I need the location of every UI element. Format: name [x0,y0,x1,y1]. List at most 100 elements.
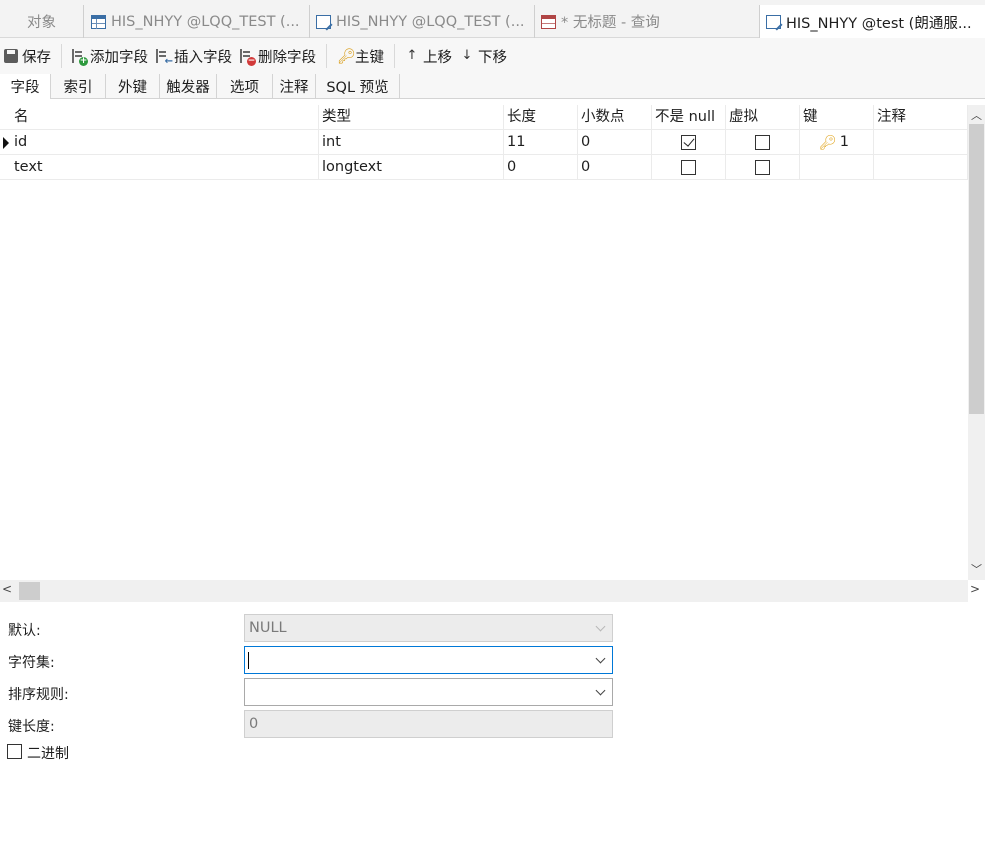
insert-field-button[interactable]: 插入字段 [152,42,236,70]
save-icon [4,49,18,63]
table-row[interactable]: text longtext 0 0 [0,155,968,180]
key-cell[interactable]: 🔑︎ 1 [800,130,874,155]
tab-triggers[interactable]: 触发器 [160,74,217,98]
tab-indexes[interactable]: 索引 [51,74,106,98]
tab-label: HIS_NHYY @test (朗通服... [786,15,972,32]
table-row[interactable]: id int 11 0 🔑︎ 1 [0,130,968,155]
field-decimals-cell[interactable]: 0 [578,130,652,155]
key-length-field[interactable]: 0 [244,710,613,738]
move-down-button[interactable]: ↓ 下移 [456,42,511,70]
scroll-down-icon[interactable]: ﹀ [968,561,985,578]
toolbar-divider [61,44,62,68]
column-header-not-null[interactable]: 不是 null [652,105,726,130]
field-name-cell[interactable]: id [11,130,319,155]
field-comment-cell[interactable] [874,155,968,180]
key-order: 1 [839,134,850,150]
scroll-right-icon[interactable]: > [970,582,980,596]
key-cell[interactable] [800,155,874,180]
vertical-scroll-thumb[interactable] [969,124,984,414]
field-length-cell[interactable]: 11 [504,130,578,155]
tab-label: * 无标题 - 查询 [561,15,660,31]
chevron-down-icon [596,647,606,673]
primary-key-icon: 🔑︎ [819,135,837,151]
tab-objects[interactable]: 对象 [0,5,84,38]
column-header-type[interactable]: 类型 [319,105,504,130]
default-value-text: NULL [249,620,287,636]
column-header-length[interactable]: 长度 [504,105,578,130]
default-label: 默认: [8,623,41,639]
virtual-checkbox[interactable] [755,160,770,175]
charset-label: 字符集: [8,655,55,671]
horizontal-scrollbar[interactable]: < > [0,580,980,602]
tab-indexes-label: 索引 [63,79,93,96]
default-value-select[interactable]: NULL [244,614,613,642]
field-name-cell[interactable]: text [11,155,319,180]
charset-select[interactable] [244,646,613,674]
fields-grid: 名 类型 长度 小数点 不是 null 虚拟 键 注释 id int 11 0 … [0,105,968,580]
primary-key-button[interactable]: 🔑︎ 主键 [333,42,388,70]
virtual-checkbox[interactable] [755,135,770,150]
move-up-label: 上移 [423,49,452,66]
save-button[interactable]: 保存 [0,42,55,70]
field-type-cell[interactable]: int [319,130,504,155]
tab-options[interactable]: 选项 [217,74,273,98]
virtual-cell [726,130,800,155]
not-null-checkbox[interactable] [681,135,696,150]
tab-table-design-test-active[interactable]: HIS_NHYY @test (朗通服... [760,5,985,39]
horizontal-scroll-thumb[interactable] [19,582,40,600]
arrow-down-icon: ↓ [461,48,473,63]
designer-sub-tabs: 字段 索引 外键 触发器 选项 注释 SQL 预览 [0,74,985,99]
tab-untitled-query[interactable]: * 无标题 - 查询 [535,5,760,38]
chevron-down-icon [596,615,606,641]
column-header-decimals[interactable]: 小数点 [578,105,652,130]
field-decimals-cell[interactable]: 0 [578,155,652,180]
column-header-key[interactable]: 键 [800,105,874,130]
add-field-button[interactable]: 添加字段 [68,42,152,70]
vertical-scrollbar[interactable]: ︿ ﹀ [968,105,985,580]
query-icon [541,14,556,29]
tab-sql-preview[interactable]: SQL 预览 [316,74,400,98]
delete-field-button[interactable]: 删除字段 [236,42,320,70]
arrow-up-icon: ↑ [406,48,418,63]
insert-field-icon [156,49,173,67]
key-length-label: 键长度: [8,719,55,735]
scroll-left-icon[interactable]: < [2,582,12,596]
text-cursor [248,652,249,669]
tab-comment-label: 注释 [279,79,309,96]
scroll-up-icon[interactable]: ︿ [968,107,985,124]
tab-foreign-keys-label: 外键 [118,79,147,96]
tab-comment[interactable]: 注释 [273,74,316,98]
tab-table-design-lqq-test[interactable]: HIS_NHYY @LQQ_TEST (... [310,5,535,38]
field-comment-cell[interactable] [874,130,968,155]
toolbar-divider [394,44,395,68]
virtual-cell [726,155,800,180]
designer-toolbar: 保存 添加字段 插入字段 删除字段 🔑︎ 主键 ↑ 上移 ↓ 下移 [0,38,985,74]
table-icon [91,14,106,29]
move-up-button[interactable]: ↑ 上移 [401,42,456,70]
grid-header-row: 名 类型 长度 小数点 不是 null 虚拟 键 注释 [0,105,968,130]
key-length-value-text: 0 [249,716,259,732]
not-null-cell [652,155,726,180]
field-length-cell[interactable]: 0 [504,155,578,180]
field-type-cell[interactable]: longtext [319,155,504,180]
save-button-label: 保存 [22,49,51,66]
not-null-cell [652,130,726,155]
add-field-label: 添加字段 [90,49,148,66]
collation-label: 排序规则: [8,687,69,703]
tab-options-label: 选项 [230,79,259,96]
document-tab-bar: 对象 HIS_NHYY @LQQ_TEST (... HIS_NHYY @LQQ… [0,0,985,39]
tab-fields[interactable]: 字段 [0,74,51,99]
collation-select[interactable] [244,678,613,706]
column-header-virtual[interactable]: 虚拟 [726,105,800,130]
column-header-name[interactable]: 名 [11,105,319,130]
tab-foreign-keys[interactable]: 外键 [106,74,160,98]
add-field-icon [72,49,88,66]
tab-label: 对象 [27,15,56,31]
tab-table-view-lqq-test[interactable]: HIS_NHYY @LQQ_TEST (... [85,5,310,38]
design-table-icon [316,14,331,29]
binary-checkbox[interactable] [7,744,22,759]
not-null-checkbox[interactable] [681,160,696,175]
insert-field-label: 插入字段 [174,49,232,66]
delete-field-label: 删除字段 [258,49,316,66]
column-header-comment[interactable]: 注释 [874,105,968,130]
